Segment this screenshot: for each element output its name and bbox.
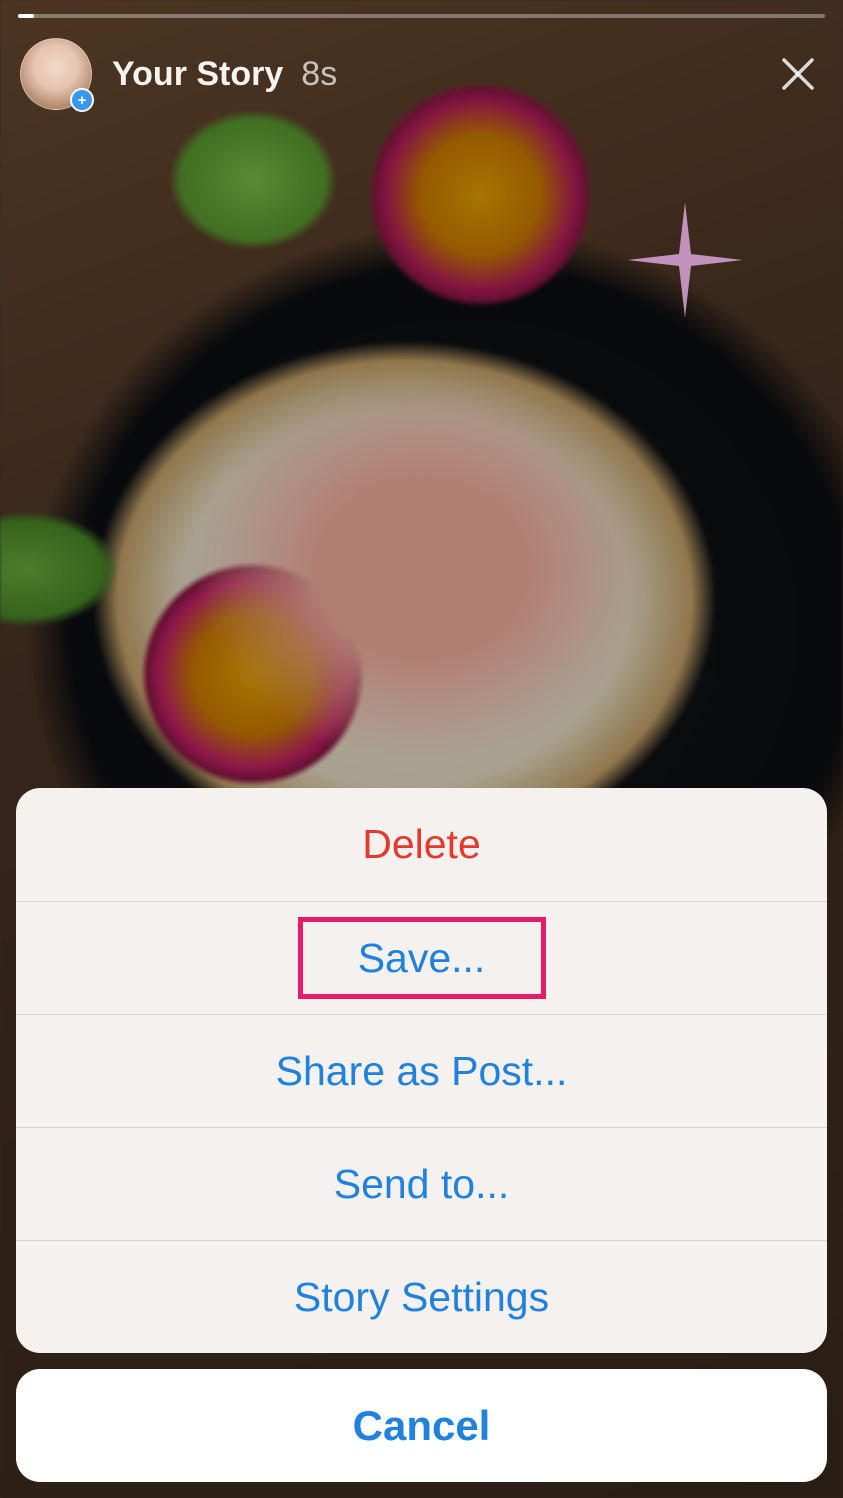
- story-settings-option[interactable]: Story Settings: [16, 1240, 827, 1353]
- add-story-badge-icon: [70, 88, 94, 112]
- action-sheet: Delete Save... Share as Post... Send to.…: [16, 788, 827, 1482]
- story-viewer-screen: Your Story 8s Delete Save... Share: [0, 0, 843, 1498]
- close-icon: [778, 54, 818, 94]
- story-title: Your Story: [112, 55, 283, 94]
- option-label: Delete: [362, 821, 481, 868]
- story-header: Your Story 8s: [20, 34, 823, 114]
- option-label: Share as Post...: [276, 1048, 568, 1095]
- save-option[interactable]: Save...: [16, 901, 827, 1014]
- send-to-option[interactable]: Send to...: [16, 1127, 827, 1240]
- action-sheet-options: Delete Save... Share as Post... Send to.…: [16, 788, 827, 1353]
- story-timestamp: 8s: [301, 55, 337, 94]
- story-progress-fill: [18, 14, 34, 18]
- cancel-label: Cancel: [353, 1402, 491, 1450]
- close-button[interactable]: [773, 49, 823, 99]
- option-label: Send to...: [334, 1161, 510, 1208]
- cancel-button[interactable]: Cancel: [16, 1369, 827, 1482]
- option-label: Save...: [358, 935, 486, 982]
- option-label: Story Settings: [294, 1274, 549, 1321]
- story-progress-bar: [18, 14, 825, 18]
- avatar-container[interactable]: [20, 38, 92, 110]
- share-as-post-option[interactable]: Share as Post...: [16, 1014, 827, 1127]
- delete-option[interactable]: Delete: [16, 788, 827, 901]
